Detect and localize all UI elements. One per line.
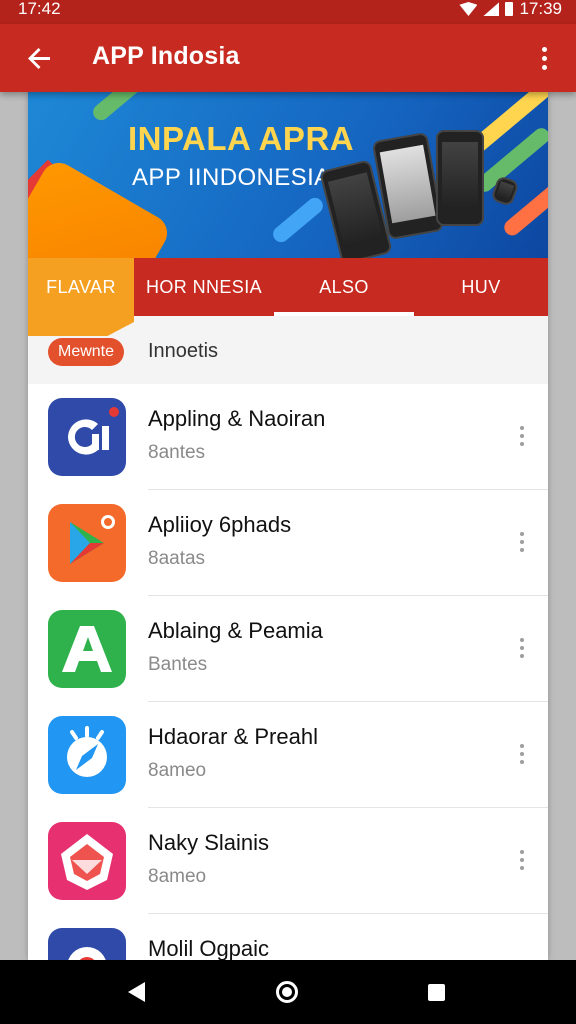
tab-hor-nnesia[interactable]: HOR NNESIA	[134, 258, 274, 316]
filter-chip[interactable]: Mewnte	[48, 338, 125, 366]
list-item[interactable]: Apliioy 6phads 8aatas	[28, 490, 548, 596]
more-options-icon[interactable]	[510, 736, 534, 772]
app-bar: APP Indosia	[0, 24, 576, 92]
diamond-shape-icon	[48, 822, 126, 900]
nav-back-icon[interactable]	[128, 982, 145, 1002]
status-time: 17:42	[18, 0, 61, 18]
battery-icon	[505, 2, 514, 16]
letter-a-icon	[48, 610, 126, 688]
nav-recents-icon[interactable]	[428, 984, 445, 1001]
signal-icon	[483, 2, 500, 16]
list-item[interactable]: Hdaorar & Preahl 8ameo	[28, 702, 548, 808]
app-name: Ablaing & Peamia	[148, 618, 323, 643]
promo-banner[interactable]: INPALA APRA APP IINDONESIA	[28, 92, 548, 258]
more-options-icon[interactable]	[510, 842, 534, 878]
page-title: APP Indosia	[92, 42, 240, 70]
app-name: Molil Ogpaic	[148, 936, 270, 960]
nav-home-icon[interactable]	[276, 981, 298, 1003]
app-subtitle: 8ameo	[148, 760, 207, 781]
status-time-right: 17:39	[519, 0, 562, 18]
app-subtitle: Bantes	[148, 654, 208, 675]
app-subtitle: 8antes	[148, 442, 206, 463]
app-name: Appling & Naoiran	[148, 406, 326, 431]
app-name: Apliioy 6phads	[148, 512, 292, 537]
app-name: Hdaorar & Preahl	[148, 724, 318, 749]
banner-title: INPALA APRA	[128, 120, 355, 157]
app-name: Naky Slainis	[148, 830, 270, 855]
list-item[interactable]: Appling & Naoiran 8antes	[28, 384, 548, 490]
tab-bar: FLAVAR HOR NNESIA ALSO HUV	[28, 258, 548, 316]
filter-label: Innoetis	[148, 340, 219, 362]
banner-subtitle: APP IINDONESIA	[132, 164, 331, 191]
dark-blue-logo-icon	[48, 398, 126, 476]
wifi-icon	[459, 2, 478, 16]
more-options-icon[interactable]	[510, 418, 534, 454]
status-bar: 17:42 17:39	[0, 0, 576, 24]
circle-logo-icon	[48, 928, 126, 960]
list-item[interactable]: Molil Ogpaic	[28, 914, 548, 960]
list-item[interactable]: Naky Slainis 8ameo	[28, 808, 548, 914]
tab-flavar[interactable]: FLAVAR	[28, 258, 134, 316]
tab-huv[interactable]: HUV	[414, 258, 548, 316]
content-card: INPALA APRA APP IINDONESIA FLAVAR HOR NN…	[28, 92, 548, 960]
status-icons: 17:39	[459, 0, 562, 18]
list-item[interactable]: Ablaing & Peamia Bantes	[28, 596, 548, 702]
system-nav-bar	[0, 960, 576, 1024]
more-options-icon[interactable]	[526, 40, 562, 76]
more-options-icon[interactable]	[510, 630, 534, 666]
app-subtitle: 8aatas	[148, 548, 206, 569]
more-options-icon[interactable]	[510, 524, 534, 560]
tab-also[interactable]: ALSO	[274, 258, 414, 316]
compass-icon	[48, 716, 126, 794]
app-subtitle: 8ameo	[148, 866, 207, 887]
phone-illustration	[436, 130, 484, 226]
play-store-icon	[48, 504, 126, 582]
back-arrow-icon[interactable]	[22, 40, 58, 76]
